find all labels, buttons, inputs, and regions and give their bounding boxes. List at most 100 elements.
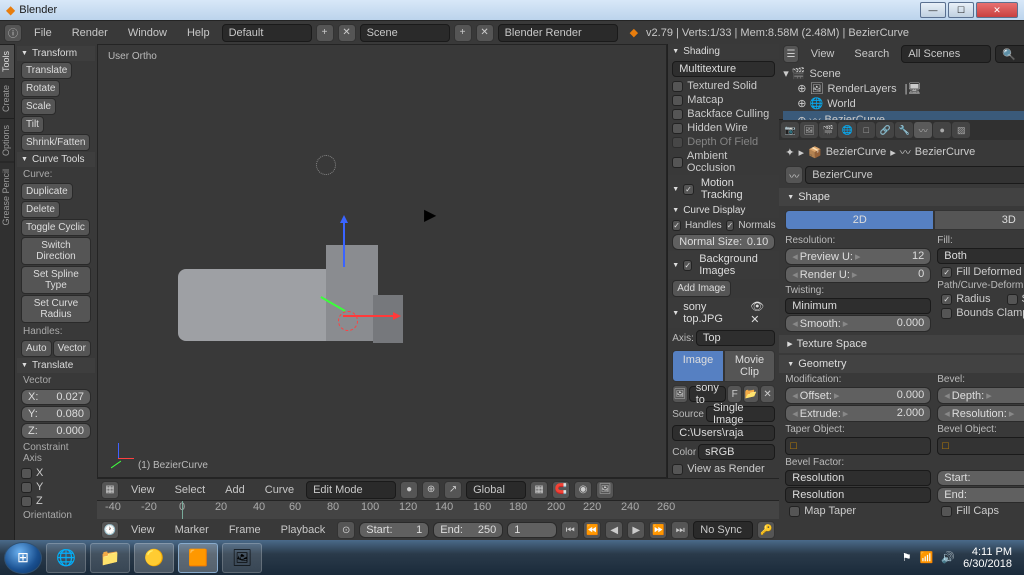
add-image-button[interactable]: Add Image <box>672 280 730 297</box>
bevel-depth-field[interactable]: Depth:0.000 <box>937 387 1024 404</box>
task-blender[interactable]: 🟧 <box>178 543 218 573</box>
menu-help[interactable]: Help <box>179 25 218 41</box>
set-spline-type-button[interactable]: Set Spline Type <box>21 266 91 294</box>
play-reverse-icon[interactable]: ◀ <box>605 521 623 539</box>
translate-button[interactable]: Translate <box>21 62 72 79</box>
transform-panel-header[interactable]: Transform <box>17 46 95 61</box>
radius-checkbox[interactable] <box>941 294 952 305</box>
tray-volume-icon[interactable]: 🔊 <box>941 551 955 564</box>
maximize-button[interactable]: ☐ <box>948 2 974 18</box>
sync-selector[interactable]: No Sync <box>693 521 753 539</box>
dim-2d-button[interactable]: 2D <box>785 210 934 230</box>
delete-button[interactable]: Delete <box>21 201 60 218</box>
outliner-item-world[interactable]: ⊕ 🌐World <box>783 96 1024 111</box>
backface-culling-checkbox[interactable] <box>672 109 683 120</box>
jump-start-icon[interactable]: ⏮ <box>561 521 579 539</box>
view-as-render-checkbox[interactable] <box>672 464 683 475</box>
fill-deformed-checkbox[interactable] <box>941 267 952 278</box>
remove-scene-button[interactable]: ✕ <box>476 24 494 42</box>
start-frame-field[interactable]: Start:1 <box>359 522 429 538</box>
preview-u-field[interactable]: Preview U:12 <box>785 248 931 265</box>
outliner-search-field[interactable]: 🔍 <box>995 45 1024 63</box>
outliner-item-scene[interactable]: ▾ 🎬Scene <box>783 66 1024 81</box>
jump-end-icon[interactable]: ⏭ <box>671 521 689 539</box>
open-file-icon[interactable]: 📂 <box>743 385 758 403</box>
fill-selector[interactable]: Both <box>937 248 1024 264</box>
tab-scene[interactable]: 🎬 <box>819 122 837 138</box>
tab-render-layers[interactable]: 🖼 <box>800 122 818 138</box>
task-chrome[interactable]: 🟡 <box>134 543 174 573</box>
tab-object-data[interactable]: 〰 <box>914 122 932 138</box>
constraint-x-checkbox[interactable] <box>21 468 32 479</box>
taper-object-field[interactable]: □ <box>785 437 931 455</box>
menu-render[interactable]: Render <box>64 25 116 41</box>
timeline-view-menu[interactable]: View <box>123 522 163 538</box>
set-curve-radius-button[interactable]: Set Curve Radius <box>21 295 91 323</box>
proportional-edit-icon[interactable]: ◉ <box>574 481 592 499</box>
shading-mode-icon[interactable]: ● <box>400 481 418 499</box>
twisting-selector[interactable]: Minimum <box>785 298 931 314</box>
bg-source-image-tab[interactable]: Image <box>672 350 724 382</box>
snap-icon[interactable]: 🧲 <box>552 481 570 499</box>
select-menu[interactable]: Select <box>167 482 214 498</box>
curve-tools-header[interactable]: Curve Tools <box>17 152 95 167</box>
scene-selector[interactable]: Scene <box>360 24 450 42</box>
bg-image-item-header[interactable]: sony top.JPG👁 ✕ <box>668 298 779 328</box>
tab-create[interactable]: Create <box>0 78 14 118</box>
task-explorer[interactable]: 📁 <box>90 543 130 573</box>
play-icon[interactable]: ▶ <box>627 521 645 539</box>
tab-modifiers[interactable]: 🔧 <box>895 122 913 138</box>
editor-type-3dview-icon[interactable]: ▦ <box>101 481 119 499</box>
tilt-button[interactable]: Tilt <box>21 116 44 133</box>
texture-space-header[interactable]: Texture Space <box>779 335 1024 353</box>
shading-mode-selector[interactable]: Multitexture <box>672 61 775 77</box>
timeline-marker-menu[interactable]: Marker <box>167 522 217 538</box>
constraint-z-checkbox[interactable] <box>21 496 32 507</box>
keying-set-icon[interactable]: 🔑 <box>757 521 775 539</box>
duplicate-button[interactable]: Duplicate <box>21 183 73 200</box>
keyframe-prev-icon[interactable]: ⏪ <box>583 521 601 539</box>
outliner-item-renderlayers[interactable]: ⊕ 🖼RenderLayers|🖥 <box>783 81 1024 96</box>
bg-colorspace-selector[interactable]: sRGB <box>698 444 775 460</box>
view-menu[interactable]: View <box>123 482 163 498</box>
bevel-end-field[interactable]: End:1.000 <box>937 487 1024 503</box>
constraint-y-checkbox[interactable] <box>21 482 32 493</box>
render-engine-selector[interactable]: Blender Render <box>498 24 618 42</box>
geometry-header[interactable]: Geometry <box>779 355 1024 373</box>
outliner-editor-icon[interactable]: ☰ <box>783 45 798 63</box>
start-button[interactable]: ⊞ <box>4 542 42 574</box>
textured-solid-checkbox[interactable] <box>672 81 683 92</box>
tray-network-icon[interactable]: 📶 <box>920 551 934 564</box>
rotate-button[interactable]: Rotate <box>21 80 60 97</box>
curve-data-icon[interactable]: 〰 <box>785 166 803 184</box>
outliner-search-menu[interactable]: Search <box>846 46 897 62</box>
timeline-ruler[interactable]: -40 -20 0 20 40 60 80 100 120 140 160 18… <box>97 501 779 519</box>
translate-op-header[interactable]: Translate <box>17 358 95 373</box>
tab-options[interactable]: Options <box>0 118 14 162</box>
map-taper-checkbox[interactable] <box>789 506 800 517</box>
menu-window[interactable]: Window <box>120 25 175 41</box>
offset-field[interactable]: Offset:0.000 <box>785 387 931 404</box>
toggle-cyclic-button[interactable]: Toggle Cyclic <box>21 219 90 236</box>
scale-button[interactable]: Scale <box>21 98 56 115</box>
motion-tracking-header[interactable]: Motion Tracking <box>668 175 779 203</box>
fake-user-button[interactable]: F <box>727 385 742 403</box>
screen-layout-selector[interactable]: Default <box>222 24 312 42</box>
curve-name-field[interactable]: BezierCurve <box>805 166 1024 184</box>
normals-checkbox[interactable] <box>726 220 735 231</box>
keyframe-next-icon[interactable]: ⏩ <box>649 521 667 539</box>
timeline-editor-icon[interactable]: 🕐 <box>101 521 119 539</box>
bevel-start-field[interactable]: Start:0.000 <box>937 470 1024 486</box>
manipulator-icon[interactable]: ↗ <box>444 481 462 499</box>
extrude-field[interactable]: Extrude:2.000 <box>785 405 931 422</box>
render-u-field[interactable]: Render U:0 <box>785 266 931 283</box>
task-image-viewer[interactable]: 🖼 <box>222 543 262 573</box>
handle-auto-button[interactable]: Auto <box>21 340 52 357</box>
tab-render[interactable]: 📷 <box>781 122 799 138</box>
fill-caps-checkbox[interactable] <box>941 506 952 517</box>
bg-axis-selector[interactable]: Top <box>696 330 775 346</box>
tray-flag-icon[interactable]: ⚑ <box>902 551 912 564</box>
bevel-resolution-field[interactable]: Resolution:0 <box>937 405 1024 422</box>
dim-3d-button[interactable]: 3D <box>934 210 1024 230</box>
tab-texture[interactable]: ▨ <box>952 122 970 138</box>
